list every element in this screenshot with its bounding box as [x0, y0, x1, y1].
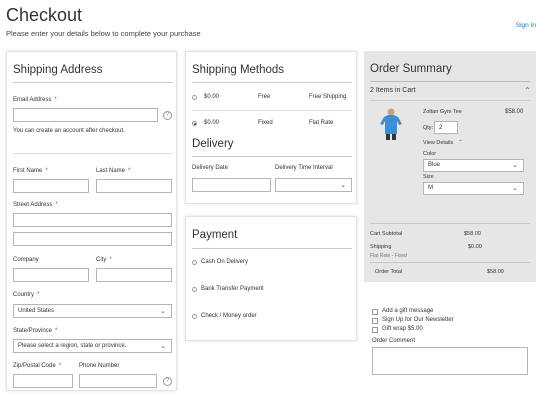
divider — [370, 223, 530, 224]
help-icon[interactable]: ? — [163, 377, 172, 386]
tshirt-icon — [380, 108, 402, 140]
order-comment-label: Order Comment — [372, 338, 416, 344]
newsletter-label: Sign Up for Our Newsletter — [382, 317, 454, 323]
product-name: Zoltan Gym Tee — [423, 109, 462, 115]
shipping-address-panel: Shipping Address Email Address * ? You ca… — [6, 51, 177, 391]
company-field[interactable] — [13, 268, 89, 282]
shipping-radio[interactable] — [192, 121, 197, 126]
street-address-label: Street Address * — [13, 202, 58, 208]
order-summary-title: Order Summary — [370, 63, 452, 75]
chevron-down-icon: ⌄ — [512, 185, 518, 192]
size-select[interactable]: M ⌄ — [423, 182, 524, 195]
gift-message-label: Add a gift message — [382, 308, 434, 314]
shipping-method-name: Fixed — [258, 120, 273, 126]
divider — [192, 82, 352, 83]
street-address-line2-field[interactable] — [13, 232, 172, 246]
shipping-carrier: Free Shipping — [309, 94, 347, 100]
shipping-address-title: Shipping Address — [13, 64, 103, 76]
delivery-date-label: Delivery Date — [192, 165, 229, 171]
sign-in-link[interactable]: Sign In — [516, 22, 536, 29]
divider — [192, 248, 352, 249]
color-select[interactable]: Blue ⌄ — [423, 159, 524, 172]
divider — [370, 100, 530, 101]
newsletter-checkbox[interactable] — [372, 318, 378, 324]
phone-field[interactable] — [79, 374, 157, 388]
shipping-radio[interactable] — [192, 95, 197, 100]
divider — [13, 82, 173, 83]
shipping-methods-panel: Shipping Methods $0.00 Free Free Shippin… — [185, 51, 357, 204]
divider — [192, 156, 352, 157]
page-subtitle: Please enter your details below to compl… — [6, 29, 201, 38]
state-label: State/Province * — [13, 328, 58, 334]
country-select[interactable]: United States ⌄ — [13, 304, 172, 318]
delivery-interval-label: Delivery Time Interval — [275, 165, 333, 171]
order-summary-panel: Order Summary 2 Items in Cart ⌃ Zoltan G… — [364, 51, 536, 282]
qty-field[interactable]: 2 — [434, 121, 458, 134]
payment-radio[interactable] — [192, 260, 197, 265]
delivery-interval-select[interactable]: ⌄ — [275, 178, 352, 192]
shipping-carrier: Flat Rate — [309, 120, 334, 126]
gift-wrap-label: Gift wrap $5.00 — [382, 326, 423, 332]
page-title: Checkout — [6, 5, 83, 25]
email-note: You can create an account after checkout… — [13, 128, 125, 134]
gift-message-checkbox[interactable] — [372, 309, 378, 315]
last-name-field[interactable] — [96, 179, 172, 193]
color-label: Color — [423, 151, 437, 157]
delivery-title: Delivery — [192, 138, 234, 150]
zip-label: Zip/Postal Code * — [13, 363, 62, 369]
payment-label: Check / Money order — [201, 313, 257, 319]
view-details-label: View Details — [423, 140, 454, 146]
cart-subtotal-value: $58.00 — [464, 231, 481, 237]
city-label: City * — [96, 257, 112, 263]
payment-radio[interactable] — [192, 314, 197, 319]
shipping-price: $0.00 — [204, 94, 220, 100]
chevron-down-icon: ⌄ — [160, 343, 166, 350]
cart-subtotal-label: Cart Subtotal — [370, 231, 403, 237]
shipping-price: $0.00 — [204, 120, 220, 126]
shipping-method-sub: Flat Rate - Fixed — [370, 253, 407, 259]
size-label: Size — [423, 174, 434, 180]
chevron-down-icon: ⌄ — [512, 162, 518, 169]
chevron-down-icon: ⌄ — [160, 308, 166, 315]
order-total-label: Order Total — [375, 269, 403, 275]
divider — [192, 110, 352, 111]
qty-label: Qty: — [423, 125, 434, 131]
help-icon[interactable]: ? — [163, 111, 172, 120]
street-address-line1-field[interactable] — [13, 213, 172, 227]
gift-wrap-checkbox[interactable] — [372, 327, 378, 333]
payment-label: Bank Transfer Payment — [201, 286, 264, 292]
delivery-date-field[interactable] — [192, 178, 271, 192]
shipping-label: Shipping — [370, 244, 392, 250]
chevron-up-icon: ⌃ — [458, 140, 464, 146]
payment-title: Payment — [192, 229, 238, 241]
chevron-down-icon: ⌄ — [340, 182, 346, 189]
divider — [13, 153, 173, 154]
chevron-up-icon: ⌃ — [524, 86, 531, 95]
state-select[interactable]: Please select a region, state or provinc… — [13, 339, 172, 353]
product-image — [378, 107, 404, 141]
email-field[interactable] — [13, 108, 158, 122]
country-label: Country * — [13, 292, 40, 298]
email-label: Email Address * — [13, 97, 57, 103]
divider — [370, 81, 530, 82]
first-name-label: First Name * — [13, 168, 48, 174]
company-label: Company — [13, 257, 39, 263]
order-total-value: $58.00 — [487, 269, 504, 275]
shipping-methods-title: Shipping Methods — [192, 64, 285, 76]
first-name-field[interactable] — [13, 179, 89, 193]
divider — [370, 262, 530, 263]
product-price: $58.00 — [505, 109, 524, 115]
shipping-value: $0.00 — [468, 244, 482, 250]
payment-panel: Payment Cash On Delivery Bank Transfer P… — [185, 216, 357, 341]
phone-label: Phone Number — [79, 363, 120, 369]
zip-field[interactable] — [13, 374, 73, 388]
payment-radio[interactable] — [192, 287, 197, 292]
items-in-cart: 2 Items in Cart — [370, 87, 416, 94]
city-field[interactable] — [96, 268, 172, 282]
shipping-method-name: Free — [258, 94, 271, 100]
last-name-label: Last Name * — [96, 168, 131, 174]
payment-label: Cash On Delivery — [201, 259, 249, 265]
order-comment-field[interactable] — [372, 347, 528, 375]
